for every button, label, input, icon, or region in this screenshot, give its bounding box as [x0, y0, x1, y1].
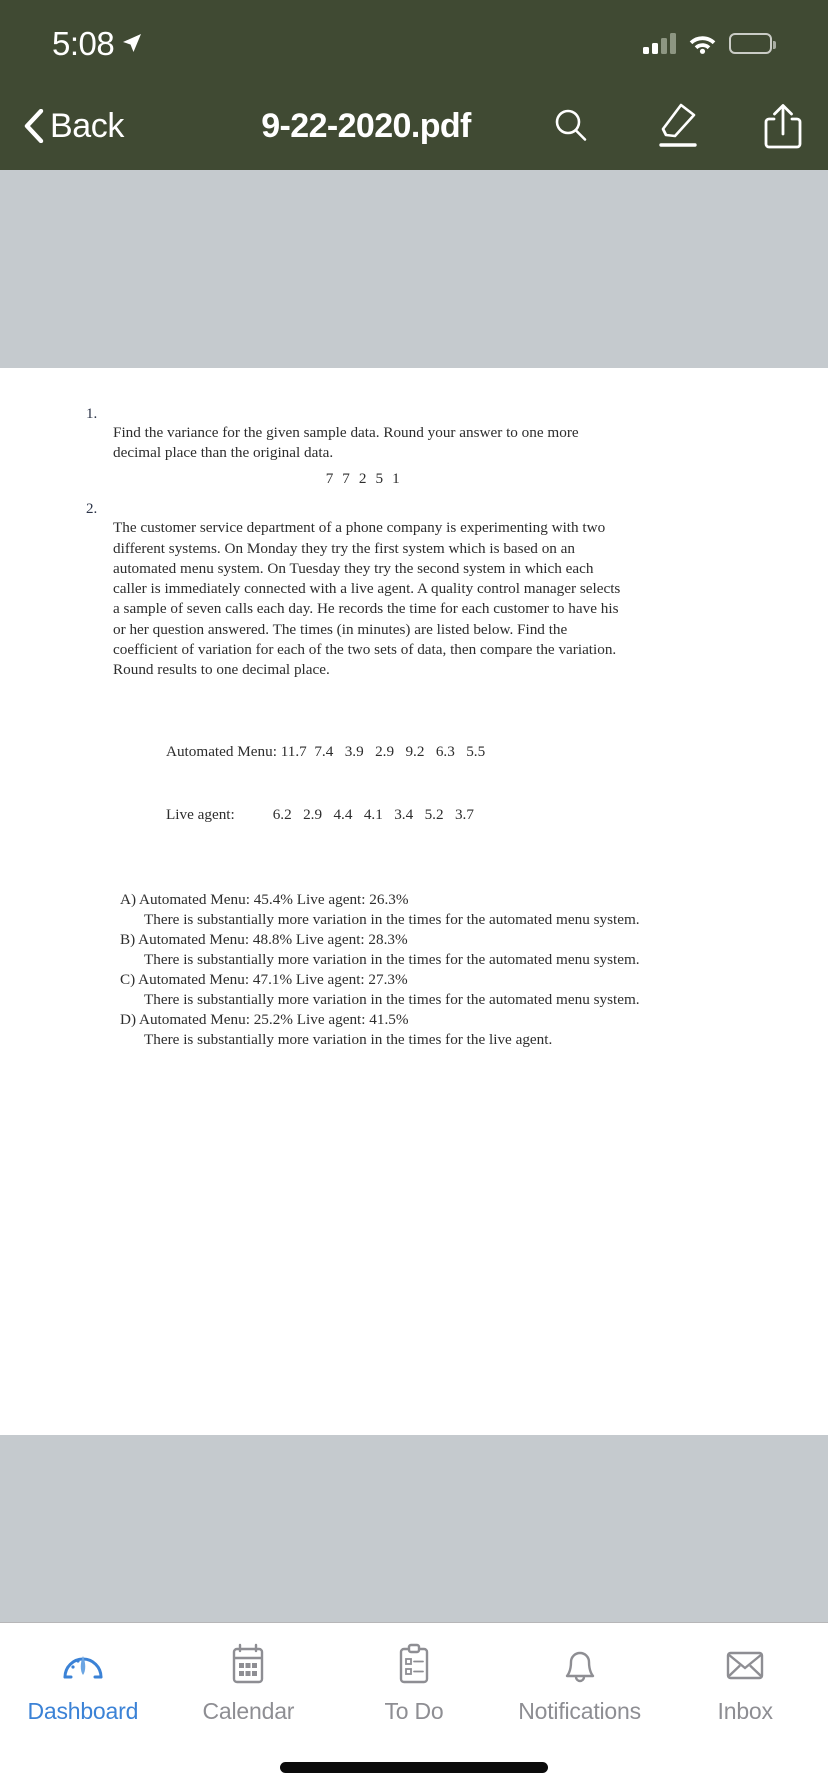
choice-d-label[interactable]: D) Automated Menu: 25.2% Live agent: 41.… [120, 1010, 828, 1030]
tab-dashboard[interactable]: Dashboard [0, 1641, 166, 1725]
pdf-page: 1. Find the variance for the given sampl… [0, 368, 828, 1435]
tab-calendar-label: Calendar [202, 1698, 295, 1724]
question-2-number: 2. [86, 501, 98, 518]
app-screen: 5:08 Back 9-22-2020.pdf 1. Find the vari… [0, 0, 828, 1792]
status-bar: 5:08 [0, 0, 828, 82]
search-icon [555, 109, 587, 141]
status-bar-right [643, 28, 776, 54]
dashboard-gauge-icon [59, 1641, 107, 1689]
pdf-page-content: 1. Find the variance for the given sampl… [0, 406, 828, 1050]
question-2-prompt-text: The customer service department of a pho… [113, 519, 621, 678]
data-row-automated-menu: Automated Menu: 11.7 7.4 3.9 2.9 9.2 6.3… [166, 743, 486, 761]
question-1-data: 7 7 2 5 1 [325, 470, 403, 488]
back-button[interactable]: Back [24, 107, 124, 146]
choice-c-label[interactable]: C) Automated Menu: 47.1% Live agent: 27.… [120, 970, 828, 990]
share-button[interactable] [760, 100, 806, 152]
calendar-icon [224, 1641, 272, 1689]
choice-a-detail: There is substantially more variation in… [144, 911, 640, 928]
nav-actions [548, 100, 806, 152]
pdf-scroll-area[interactable]: 1. Find the variance for the given sampl… [0, 170, 828, 1622]
question-2-choices: A) Automated Menu: 45.4% Live agent: 26.… [120, 890, 828, 1051]
question-1-prompt-text: Find the variance for the given sample d… [113, 424, 579, 462]
choice-c-detail: There is substantially more variation in… [144, 991, 640, 1009]
status-bar-left: 5:08 [52, 23, 142, 60]
document-title: 9-22-2020.pdf [261, 106, 471, 145]
envelope-icon [721, 1641, 769, 1689]
choice-b-label[interactable]: B) Automated Menu: 48.8% Live agent: 28.… [120, 930, 828, 950]
tab-inbox-label: Inbox [717, 1698, 773, 1724]
location-arrow-icon [123, 34, 142, 52]
choice-a-label[interactable]: A) Automated Menu: 45.4% Live agent: 26.… [120, 890, 828, 910]
tab-calendar[interactable]: Calendar [166, 1641, 332, 1725]
share-icon [764, 104, 802, 149]
markup-button[interactable] [654, 100, 700, 152]
tab-notifications[interactable]: Notifications [497, 1641, 663, 1725]
tab-dashboard-label: Dashboard [27, 1698, 139, 1724]
wifi-icon [689, 36, 716, 54]
clipboard-list-icon [390, 1641, 438, 1689]
choice-d-detail: There is substantially more variation in… [144, 1031, 553, 1049]
tab-notifications-label: Notifications [518, 1698, 641, 1724]
highlighter-pen-icon [659, 103, 697, 147]
tab-todo[interactable]: To Do [331, 1641, 497, 1725]
status-clock: 5:08 [52, 24, 115, 62]
data-row-live-agent: Live agent: 6.2 2.9 4.4 4.1 3.4 5.2 3.7 [166, 806, 474, 824]
question-1-number: 1. [86, 406, 98, 422]
back-button-label: Back [50, 106, 124, 145]
bell-icon [556, 1641, 604, 1689]
question-1-prompt: Find the variance for the given sample d… [113, 423, 622, 463]
chevron-left-icon [24, 109, 44, 143]
search-button[interactable] [548, 100, 594, 152]
tab-inbox[interactable]: Inbox [662, 1641, 828, 1725]
tab-todo-label: To Do [384, 1698, 444, 1724]
signal-bars-icon [643, 32, 676, 54]
nav-bar: Back 9-22-2020.pdf [0, 82, 828, 170]
question-2-prompt: The customer service department of a pho… [113, 518, 622, 680]
battery-icon [729, 32, 776, 54]
question-2-data-table: Automated Menu: 11.7 7.4 3.9 2.9 9.2 6.3… [166, 700, 828, 868]
choice-b-detail: There is substantially more variation in… [144, 951, 640, 969]
home-indicator[interactable] [280, 1762, 548, 1773]
